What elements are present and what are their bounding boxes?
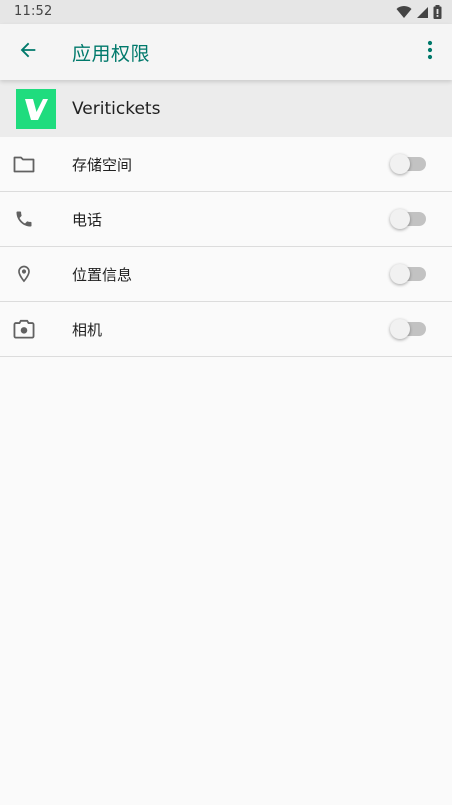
permission-row-location[interactable]: 位置信息 [0, 247, 452, 302]
permission-label: 存储空间 [72, 156, 133, 174]
page-title: 应用权限 [72, 43, 151, 65]
location-pin-icon [12, 262, 36, 286]
status-time: 11:52 [14, 4, 53, 19]
permission-list: 存储空间 电话 位置信息 相机 [0, 137, 452, 357]
folder-icon [12, 152, 36, 176]
v-logo-icon [25, 99, 48, 120]
arrow-back-icon [17, 39, 39, 65]
toggle-thumb [390, 154, 410, 174]
permission-label: 相机 [72, 321, 103, 339]
battery-icon [433, 5, 442, 23]
signal-icon [416, 6, 429, 23]
toggle-thumb [390, 209, 410, 229]
status-bar: 11:52 [0, 0, 452, 24]
wifi-icon [396, 5, 412, 23]
back-button[interactable] [8, 32, 48, 72]
permission-label: 电话 [72, 211, 103, 229]
status-icons [396, 5, 442, 23]
permission-row-camera[interactable]: 相机 [0, 302, 452, 357]
storage-toggle[interactable] [390, 154, 426, 174]
location-toggle[interactable] [390, 264, 426, 284]
more-vert-icon [427, 40, 433, 64]
more-options-button[interactable] [414, 32, 446, 72]
camera-toggle[interactable] [390, 319, 426, 339]
phone-icon [12, 207, 36, 231]
app-name: Veritickets [72, 99, 161, 119]
permission-row-phone[interactable]: 电话 [0, 192, 452, 247]
app-header: Veritickets [0, 80, 452, 137]
phone-toggle[interactable] [390, 209, 426, 229]
toggle-thumb [390, 264, 410, 284]
permission-row-storage[interactable]: 存储空间 [0, 137, 452, 192]
app-logo [16, 89, 56, 129]
camera-icon [12, 317, 36, 341]
permission-label: 位置信息 [72, 266, 133, 284]
app-bar: 应用权限 [0, 24, 452, 80]
toggle-thumb [390, 319, 410, 339]
